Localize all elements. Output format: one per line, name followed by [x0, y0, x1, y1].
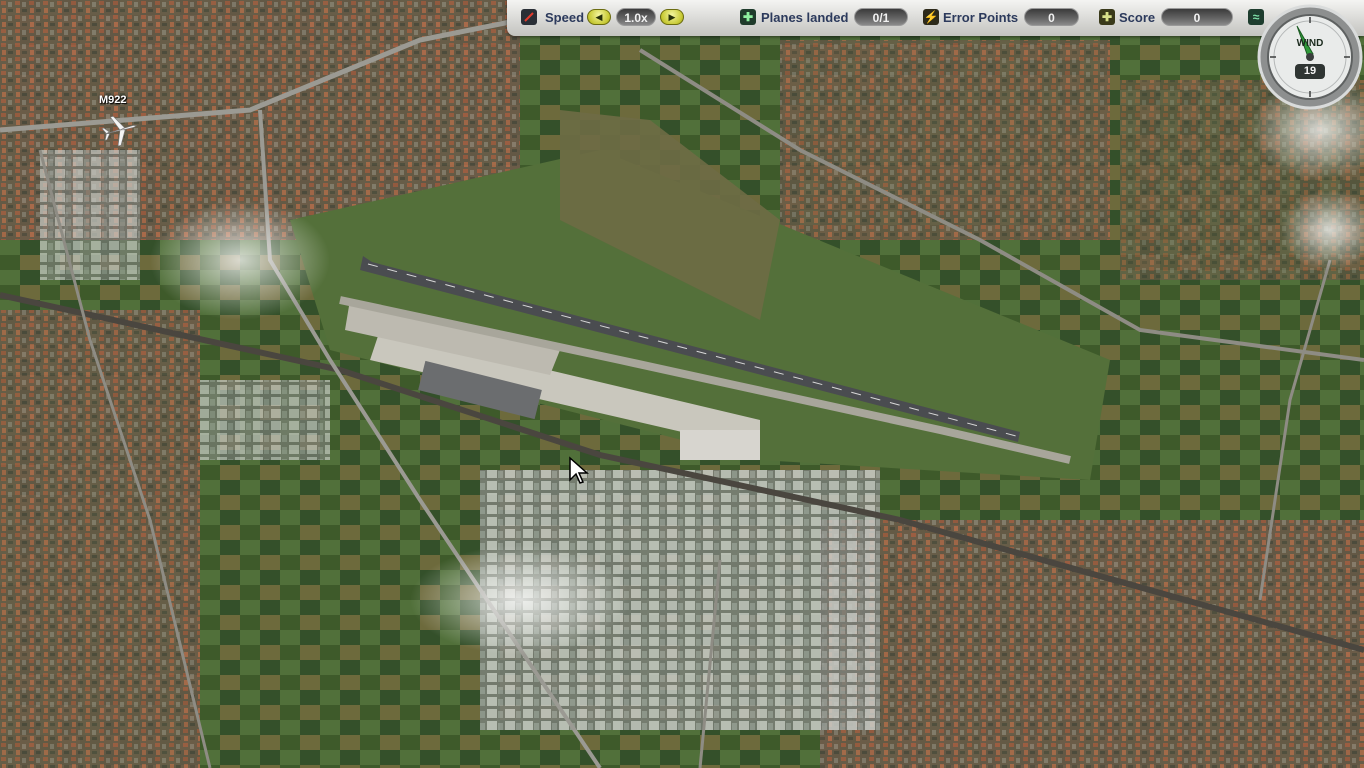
airplane-icon[interactable]: [100, 110, 140, 150]
planes-landed-label: Planes landed: [761, 10, 849, 25]
plane-plus-icon: ✚: [740, 9, 756, 25]
airport-satellite-map: [0, 0, 1364, 768]
plane-callsign: M922: [99, 94, 127, 106]
speed-gauge-icon: [521, 9, 537, 25]
speed-label: Speed: [545, 10, 585, 25]
planes-landed-value: 0/1: [854, 8, 908, 26]
wind-speed-value: 19: [1295, 64, 1325, 79]
speed-increase-button[interactable]: ▶: [660, 9, 684, 25]
wind-gauge: WIND 19: [1257, 4, 1363, 110]
triangle-right-icon: ▶: [668, 11, 676, 22]
triangle-left-icon: ◀: [595, 11, 603, 22]
score-label: Score: [1119, 10, 1156, 25]
score-plus-icon: ✚: [1099, 9, 1115, 25]
error-points-value: 0: [1024, 8, 1079, 26]
error-warning-icon: ⚡: [923, 9, 939, 25]
compass-dial-icon: [1257, 4, 1363, 110]
speed-decrease-button[interactable]: ◀: [587, 9, 611, 25]
mouse-cursor-icon: [569, 456, 589, 484]
score-value: 0: [1161, 8, 1233, 26]
top-hud-bar: Speed ◀ 1.0x ▶ ✚ Planes landed 0/1 ⚡ Err…: [507, 0, 1364, 36]
wind-label: WIND: [1296, 38, 1324, 49]
speed-value: 1.0x: [616, 8, 656, 26]
error-points-label: Error Points: [943, 10, 1019, 25]
game-screen: Speed ◀ 1.0x ▶ ✚ Planes landed 0/1 ⚡ Err…: [0, 0, 1364, 768]
